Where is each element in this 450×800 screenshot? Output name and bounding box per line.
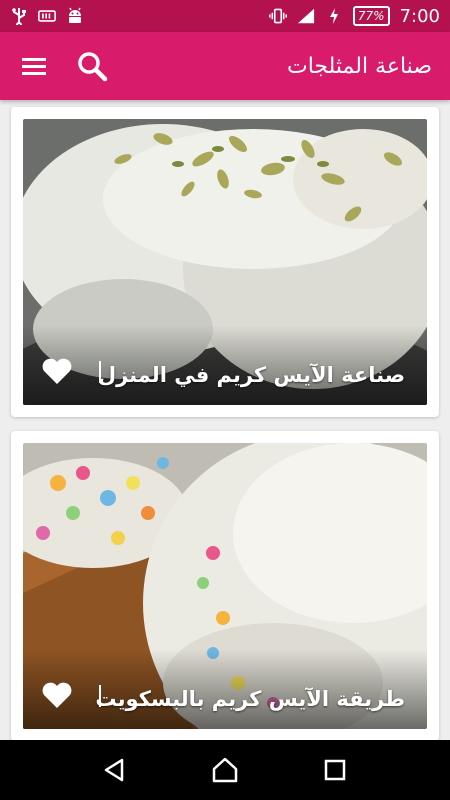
recipe-card[interactable]: طريقة الآيس كريم بالبسكويت: [11, 431, 439, 740]
sd-card-icon: [38, 7, 56, 25]
app-title: صناعة المثلجات: [286, 53, 432, 79]
recipe-image: طريقة الآيس كريم بالبسكويت: [23, 443, 427, 729]
battery-level: 77%: [352, 6, 390, 26]
signal-icon: [297, 7, 315, 25]
recents-icon: [324, 759, 346, 781]
hamburger-menu-icon: [22, 58, 46, 75]
clock: 7:00: [399, 5, 440, 27]
favorite-button[interactable]: [41, 357, 75, 389]
recipe-card[interactable]: صناعة الآيس كريم في المنزل: [11, 107, 439, 417]
divider: [99, 685, 101, 707]
recipe-title: صناعة الآيس كريم في المنزل: [97, 363, 405, 387]
recents-button[interactable]: [315, 750, 355, 790]
favorite-button[interactable]: [41, 681, 75, 713]
app-bar: صناعة المثلجات: [0, 32, 450, 100]
home-icon: [212, 757, 238, 783]
search-button[interactable]: [72, 46, 112, 86]
recipe-title: طريقة الآيس كريم بالبسكويت: [95, 687, 405, 711]
back-button[interactable]: [95, 750, 135, 790]
usb-icon: [10, 7, 28, 25]
back-icon: [104, 758, 124, 782]
heart-icon: [42, 682, 72, 708]
divider: [99, 361, 101, 383]
android-icon: [66, 7, 84, 25]
search-icon: [78, 52, 108, 82]
recipe-list[interactable]: صناعة الآيس كريم في المنزل طريقة الآيس ك…: [0, 100, 450, 740]
home-button[interactable]: [205, 750, 245, 790]
system-navigation-bar: [0, 740, 450, 800]
status-bar: 77% 7:00: [0, 0, 450, 32]
charging-icon: [325, 7, 343, 25]
vibrate-icon: [268, 7, 287, 25]
heart-icon: [42, 358, 72, 384]
recipe-image: صناعة الآيس كريم في المنزل: [23, 119, 427, 405]
menu-button[interactable]: [18, 50, 50, 82]
